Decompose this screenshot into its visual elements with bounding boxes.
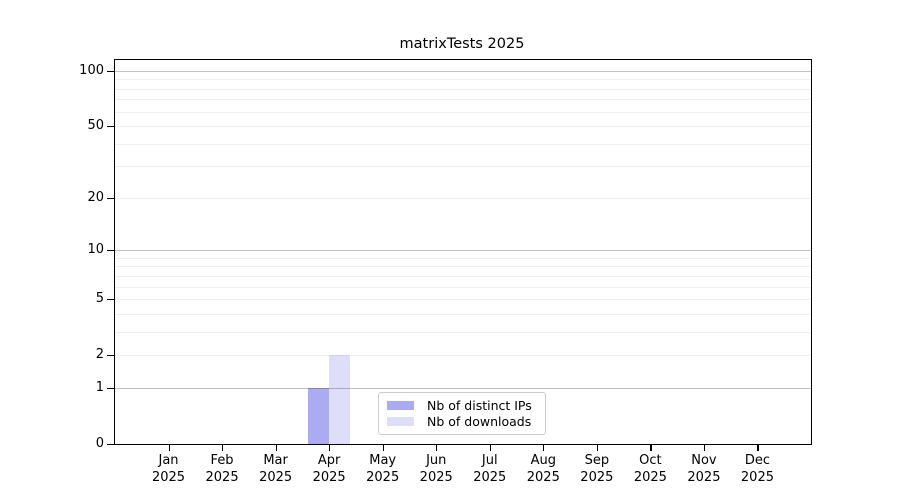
x-tick-mark: [436, 445, 437, 451]
legend-label: Nb of downloads: [427, 414, 531, 429]
legend-row: Nb of distinct IPs: [387, 398, 537, 413]
x-tick-label-dec: Dec2025: [726, 452, 788, 486]
y-tick-mark: [107, 299, 114, 300]
y-tick-label: 20: [0, 190, 104, 206]
legend-label: Nb of distinct IPs: [427, 398, 532, 413]
x-tick-mark: [757, 445, 758, 451]
y-tick-mark: [107, 250, 114, 251]
gridline-minor: [115, 355, 811, 356]
y-tick-label: 5: [0, 291, 104, 307]
x-tick-mark: [383, 445, 384, 451]
y-tick-mark: [107, 355, 114, 356]
y-tick-label: 2: [0, 347, 104, 363]
gridlines-layer: [115, 60, 811, 444]
y-tick-mark: [107, 71, 114, 72]
legend: Nb of distinct IPsNb of downloads: [378, 392, 546, 435]
x-tick-mark: [543, 445, 544, 451]
gridline-minor: [115, 198, 811, 199]
gridline-minor: [115, 89, 811, 90]
x-tick-mark: [276, 445, 277, 451]
gridline-minor: [115, 112, 811, 113]
gridline-minor: [115, 144, 811, 145]
chart-title: matrixTests 2025: [114, 36, 810, 52]
gridline-major: [115, 388, 811, 389]
gridline-minor: [115, 266, 811, 267]
x-tick-mark: [704, 445, 705, 451]
x-tick-mark: [650, 445, 651, 451]
gridline-minor: [115, 276, 811, 277]
legend-swatch-icon: [387, 401, 414, 410]
legend-swatch-icon: [387, 417, 414, 426]
x-tick-mark: [222, 445, 223, 451]
y-tick-label: 10: [0, 242, 104, 258]
gridline-minor: [115, 299, 811, 300]
gridline-minor: [115, 126, 811, 127]
y-tick-mark: [107, 126, 114, 127]
gridline-minor: [115, 287, 811, 288]
gridline-minor: [115, 314, 811, 315]
y-tick-label: 0: [0, 436, 104, 452]
x-tick-mark: [329, 445, 330, 451]
gridline-minor: [115, 258, 811, 259]
y-tick-label: 100: [0, 63, 104, 79]
x-tick-month: Dec: [726, 452, 788, 469]
y-tick-label: 50: [0, 118, 104, 134]
y-tick-mark: [107, 388, 114, 389]
x-tick-mark: [169, 445, 170, 451]
gridline-minor: [115, 79, 811, 80]
x-tick-year: 2025: [726, 469, 788, 486]
chart-figure: matrixTests 2025 0125102050100 Jan2025Fe…: [0, 0, 900, 500]
plot-area: Nb of distinct IPsNb of downloads: [114, 59, 812, 445]
x-tick-mark: [597, 445, 598, 451]
gridline-minor: [115, 166, 811, 167]
gridline-minor: [115, 332, 811, 333]
x-tick-mark: [490, 445, 491, 451]
y-tick-mark: [107, 198, 114, 199]
legend-row: Nb of downloads: [387, 414, 537, 429]
gridline-major: [115, 71, 811, 72]
y-tick-mark: [107, 444, 114, 445]
gridline-minor: [115, 99, 811, 100]
y-tick-label: 1: [0, 380, 104, 396]
gridline-major: [115, 250, 811, 251]
